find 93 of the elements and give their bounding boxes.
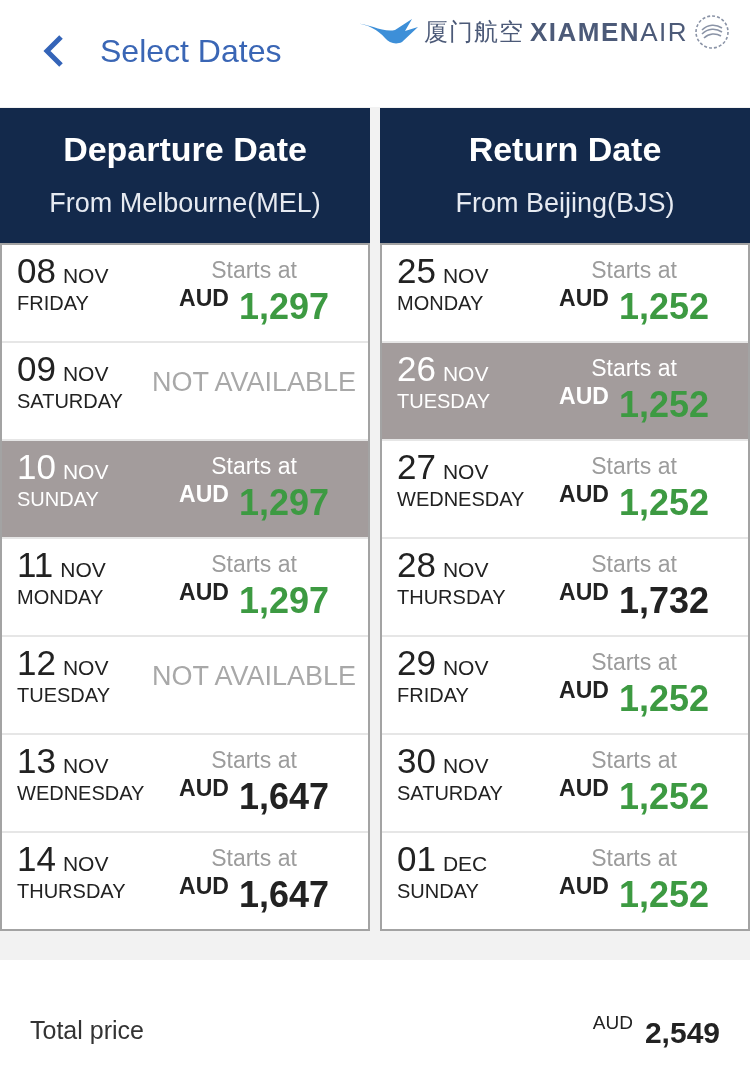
weekday-label: FRIDAY <box>397 685 470 705</box>
day-number: 14 <box>17 841 56 876</box>
starts-at-label: Starts at <box>211 847 297 870</box>
not-available-label: NOT AVAILABLE <box>151 663 357 690</box>
day-number: 30 <box>397 743 436 778</box>
month-label: NOV <box>62 755 109 776</box>
currency-label: AUD <box>559 287 609 310</box>
fare-price: 1,252 <box>618 387 709 423</box>
month-label: NOV <box>442 657 489 678</box>
day-number: 29 <box>397 645 436 680</box>
fare-price: 1,252 <box>618 485 709 521</box>
day-number: 27 <box>397 449 436 484</box>
back-button[interactable] <box>42 34 65 68</box>
fare-price: 1,647 <box>238 877 329 913</box>
weekday-label: SUNDAY <box>397 881 480 901</box>
currency-label: AUD <box>559 385 609 408</box>
day-number: 01 <box>397 841 436 876</box>
fare-price: 1,252 <box>618 681 709 717</box>
month-label: NOV <box>62 363 109 384</box>
month-label: NOV <box>62 853 109 874</box>
month-label: NOV <box>62 461 109 482</box>
logo-wordmark: XIAMENAIR <box>530 19 688 45</box>
day-number: 28 <box>397 547 436 582</box>
starts-at-label: Starts at <box>591 749 677 772</box>
weekday-label: MONDAY <box>17 587 105 607</box>
month-label: NOV <box>60 559 106 580</box>
currency-label: AUD <box>179 777 229 800</box>
month-label: NOV <box>62 657 109 678</box>
fare-price: 1,252 <box>618 877 709 913</box>
starts-at-label: Starts at <box>211 749 297 772</box>
weekday-label: TUESDAY <box>397 391 491 411</box>
month-label: NOV <box>442 559 489 580</box>
weekday-label: TUESDAY <box>17 685 111 705</box>
fare-price: 1,732 <box>618 583 709 619</box>
column-subtitle: From Melbourne(MEL) <box>49 190 321 217</box>
column-subtitle: From Beijing(BJS) <box>455 190 675 217</box>
currency-label: AUD <box>559 581 609 604</box>
starts-at-label: Starts at <box>591 553 677 576</box>
starts-at-label: Starts at <box>211 259 297 282</box>
total-price-label: Total price <box>30 1018 144 1043</box>
starts-at-label: Starts at <box>211 455 297 478</box>
month-label: NOV <box>442 461 489 482</box>
weekday-label: THURSDAY <box>17 881 127 901</box>
starts-at-label: Starts at <box>591 455 677 478</box>
fare-price: 1,252 <box>618 779 709 815</box>
month-label: NOV <box>442 265 489 286</box>
fare-price: 1,297 <box>238 289 329 325</box>
day-number: 26 <box>397 351 436 386</box>
month-label: NOV <box>442 363 489 384</box>
currency-label: AUD <box>179 875 229 898</box>
not-available-label: NOT AVAILABLE <box>151 369 357 396</box>
weekday-label: MONDAY <box>397 293 485 313</box>
weekday-label: SATURDAY <box>17 391 124 411</box>
day-number: 13 <box>17 743 56 778</box>
starts-at-label: Starts at <box>591 259 677 282</box>
fare-price: 1,252 <box>618 289 709 325</box>
fare-price: 1,297 <box>238 583 329 619</box>
day-number: 11 <box>17 547 54 582</box>
weekday-label: FRIDAY <box>17 293 90 313</box>
starts-at-label: Starts at <box>591 847 677 870</box>
day-number: 12 <box>17 645 56 680</box>
currency-label: AUD <box>179 581 229 604</box>
day-number: 09 <box>17 351 56 386</box>
column-title: Departure Date <box>63 132 307 166</box>
month-label: DEC <box>442 853 488 874</box>
currency-label: AUD <box>559 679 609 702</box>
weekday-label: SUNDAY <box>17 489 100 509</box>
currency-label: AUD <box>179 483 229 506</box>
weekday-label: THURSDAY <box>397 587 507 607</box>
logo-chinese-wordmark: 厦门航空 <box>424 20 525 44</box>
weekday-label: WEDNESDAY <box>397 489 526 509</box>
weekday-label: WEDNESDAY <box>17 783 146 803</box>
currency-label: AUD <box>559 875 609 898</box>
month-label: NOV <box>62 265 109 286</box>
total-amount: 2,549 <box>644 1018 720 1048</box>
column-title: Return Date <box>468 132 662 166</box>
starts-at-label: Starts at <box>591 651 677 674</box>
day-number: 25 <box>397 253 436 288</box>
emblem-icon <box>694 14 730 50</box>
day-number: 10 <box>17 449 56 484</box>
currency-label: AUD <box>559 483 609 506</box>
starts-at-label: Starts at <box>591 357 677 380</box>
fare-price: 1,647 <box>238 779 329 815</box>
page-title: Select Dates <box>100 35 282 67</box>
currency-label: AUD <box>559 777 609 800</box>
currency-label: AUD <box>179 287 229 310</box>
weekday-label: SATURDAY <box>397 783 504 803</box>
month-label: NOV <box>442 755 489 776</box>
back-chevron-icon <box>42 34 65 68</box>
starts-at-label: Starts at <box>211 553 297 576</box>
total-currency: AUD <box>592 1013 633 1032</box>
fare-price: 1,297 <box>238 485 329 521</box>
day-number: 08 <box>17 253 56 288</box>
